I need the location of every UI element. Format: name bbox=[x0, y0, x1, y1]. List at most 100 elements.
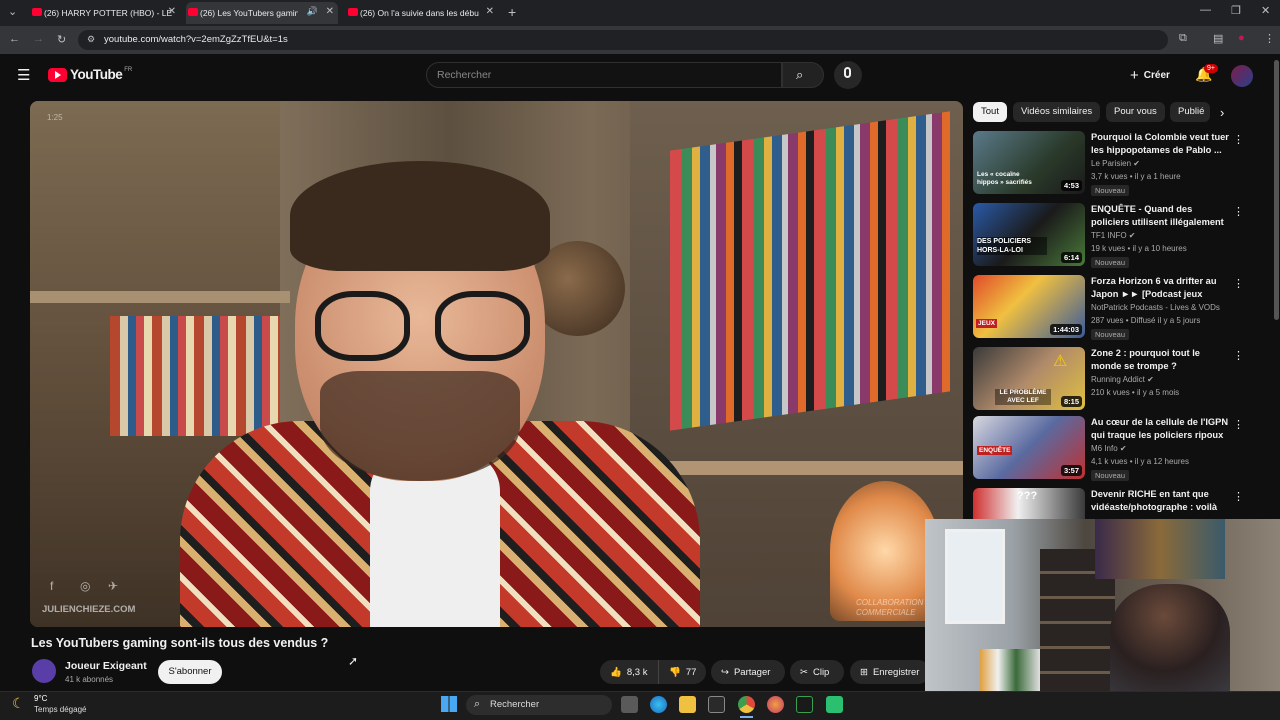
glasses-left-lens bbox=[315, 291, 410, 361]
recommendation-item[interactable]: ⚠ LE PROBLÈME AVEC LEF 8:15 Zone 2 : pou… bbox=[973, 347, 1244, 411]
more-options-icon[interactable]: ⋮ bbox=[1233, 418, 1244, 431]
video-player[interactable]: 1:25 f ◎ ✈ JULIENCHIEZE.COM COLLABORATIO… bbox=[30, 101, 963, 627]
close-window-icon[interactable]: ✕ bbox=[1261, 4, 1270, 17]
address-bar[interactable]: ⚙ youtube.com/watch?v=2emZgZzTfEU&t=1s bbox=[78, 30, 1168, 50]
green-app-icon[interactable] bbox=[826, 696, 843, 713]
chip-published[interactable]: Publié bbox=[1170, 102, 1210, 122]
video-watermark: JULIENCHIEZE.COM bbox=[42, 604, 136, 615]
page-scrollbar[interactable] bbox=[1274, 60, 1279, 320]
recommendation-channel: M6 Info ✔ bbox=[1091, 444, 1127, 453]
video-thumbnail[interactable]: JEUX 1:44:03 bbox=[973, 275, 1085, 338]
more-options-icon[interactable]: ⋮ bbox=[1233, 133, 1244, 146]
dislike-count: 77 bbox=[685, 666, 697, 678]
back-icon[interactable]: ← bbox=[9, 33, 20, 45]
forward-icon[interactable]: → bbox=[33, 33, 44, 45]
recommendation-item[interactable]: DES POLICIERS HORS-LA-LOI 6:14 ENQUÊTE -… bbox=[973, 203, 1244, 268]
audio-playing-icon[interactable]: 🔊 bbox=[307, 6, 318, 17]
clip-button[interactable]: ✂ Clip bbox=[790, 660, 844, 684]
logo-region: FR bbox=[124, 66, 133, 73]
subscribe-button[interactable]: S'abonner bbox=[158, 660, 222, 684]
webcam-posters bbox=[1095, 519, 1225, 579]
thumbnail-caption: LE PROBLÈME AVEC LEF bbox=[995, 389, 1051, 405]
video-thumbnail[interactable]: ??? bbox=[973, 488, 1085, 520]
weather-moon-icon[interactable]: ☾ bbox=[12, 695, 25, 712]
webcam-person bbox=[1110, 584, 1230, 691]
instagram-icon: ◎ bbox=[80, 579, 91, 593]
save-label: Enregistrer bbox=[872, 666, 920, 678]
like-button[interactable]: 👍 8,3 k bbox=[600, 660, 658, 684]
edge-icon[interactable] bbox=[650, 696, 667, 713]
browser-menu-icon[interactable]: ⋮ bbox=[1264, 32, 1275, 45]
more-options-icon[interactable]: ⋮ bbox=[1233, 277, 1244, 290]
recommendation-item[interactable]: ENQUÊTE 3:57 Au cœur de la cellule de l'… bbox=[973, 416, 1244, 481]
plus-icon: + bbox=[1130, 67, 1139, 84]
weather-temperature[interactable]: 9°C bbox=[34, 694, 47, 703]
new-tab-button[interactable]: + bbox=[508, 4, 516, 20]
verified-icon: ✔ bbox=[1128, 231, 1136, 240]
notification-badge: 9+ bbox=[1204, 64, 1218, 73]
windows-start-icon[interactable] bbox=[441, 696, 457, 712]
channel-avatar[interactable] bbox=[32, 659, 56, 683]
recommendation-item[interactable]: ??? Devenir RICHE en tant que vidéaste/p… bbox=[973, 488, 1243, 520]
tab-harry-potter[interactable]: (26) HARRY POTTER (HBO) - LE ✕ bbox=[30, 2, 180, 24]
notifications-button[interactable]: 🔔 9+ bbox=[1195, 64, 1218, 84]
customize-icon[interactable]: ▤ bbox=[1213, 32, 1223, 45]
account-avatar[interactable] bbox=[1231, 65, 1253, 87]
thumbs-down-icon: 👎 bbox=[669, 666, 681, 678]
profile-icon[interactable]: ● bbox=[1238, 32, 1245, 44]
tab-list-icon[interactable]: ⌄ bbox=[8, 5, 17, 18]
recommendation-title: Zone 2 : pourquoi tout le monde se tromp… bbox=[1091, 348, 1200, 371]
chrome-icon[interactable] bbox=[738, 696, 755, 713]
site-info-icon[interactable]: ⚙ bbox=[87, 34, 95, 45]
close-tab-icon[interactable]: ✕ bbox=[326, 6, 334, 17]
search-button[interactable]: ⌕ bbox=[782, 62, 824, 88]
extensions-icon[interactable]: ⧉ bbox=[1179, 32, 1187, 45]
recommendation-title: Forza Horizon 6 va drifter au Japon ►► [… bbox=[1091, 276, 1217, 299]
more-options-icon[interactable]: ⋮ bbox=[1233, 490, 1243, 503]
close-tab-icon[interactable]: ✕ bbox=[168, 6, 176, 17]
recommendation-title: ENQUÊTE - Quand des policiers utilisent … bbox=[1091, 204, 1224, 227]
verified-icon: ✔ bbox=[1133, 159, 1140, 168]
taskbar-search[interactable]: ⌕ Rechercher bbox=[466, 695, 612, 715]
channel-name[interactable]: Joueur Exigeant bbox=[65, 660, 147, 672]
youtube-logo[interactable]: YouTube FR bbox=[48, 67, 132, 82]
video-thumbnail[interactable]: DES POLICIERS HORS-LA-LOI 6:14 bbox=[973, 203, 1085, 266]
question-marks-icon: ??? bbox=[1017, 490, 1038, 502]
weather-description[interactable]: Temps dégagé bbox=[34, 705, 86, 714]
reload-icon[interactable]: ↻ bbox=[57, 33, 66, 46]
chip-for-you[interactable]: Pour vous bbox=[1106, 102, 1165, 122]
streaming-app-icon[interactable] bbox=[796, 696, 813, 713]
save-button[interactable]: ⊞ Enregistrer bbox=[850, 660, 930, 684]
chip-related[interactable]: Vidéos similaires bbox=[1013, 102, 1101, 122]
file-explorer-icon[interactable] bbox=[679, 696, 696, 713]
firefox-icon[interactable] bbox=[767, 696, 784, 713]
video-duration: 3:57 bbox=[1060, 465, 1082, 476]
chip-next-chevron-icon[interactable]: › bbox=[1220, 105, 1224, 120]
hamburger-menu-icon[interactable]: ☰ bbox=[17, 66, 30, 84]
tab-youtubers-gaming[interactable]: (26) Les YouTubers gaming 🔊 ✕ bbox=[186, 2, 338, 24]
chip-all[interactable]: Tout bbox=[973, 102, 1007, 122]
microphone-icon bbox=[844, 67, 851, 78]
search-icon: ⌕ bbox=[474, 698, 481, 710]
recommendation-item[interactable]: Les « cocaïne hippos » sacrifiés 4:53 Po… bbox=[973, 131, 1244, 196]
video-thumbnail[interactable]: Les « cocaïne hippos » sacrifiés 4:53 bbox=[973, 131, 1085, 194]
maximize-icon[interactable]: ❐ bbox=[1231, 4, 1241, 17]
voice-search-button[interactable] bbox=[834, 61, 862, 89]
store-icon[interactable] bbox=[708, 696, 725, 713]
dislike-button[interactable]: 👎 77 bbox=[658, 660, 706, 684]
task-view-icon[interactable] bbox=[621, 696, 638, 713]
close-tab-icon[interactable]: ✕ bbox=[486, 6, 494, 17]
video-duration: 6:14 bbox=[1060, 252, 1082, 263]
recommendation-item[interactable]: JEUX 1:44:03 Forza Horizon 6 va drifter … bbox=[973, 275, 1244, 340]
scissors-icon: ✂ bbox=[800, 666, 808, 678]
video-thumbnail[interactable]: ENQUÊTE 3:57 bbox=[973, 416, 1085, 479]
minimize-icon[interactable]: — bbox=[1200, 4, 1211, 16]
video-thumbnail[interactable]: ⚠ LE PROBLÈME AVEC LEF 8:15 bbox=[973, 347, 1085, 410]
more-options-icon[interactable]: ⋮ bbox=[1233, 349, 1244, 362]
twitter-icon: ✈ bbox=[108, 579, 119, 593]
tab-on-la-suivie[interactable]: (26) On l'a suivie dans les débu ✕ bbox=[346, 2, 498, 24]
share-button[interactable]: ↪ Partager bbox=[711, 660, 785, 684]
search-input[interactable]: Rechercher bbox=[426, 62, 782, 88]
more-options-icon[interactable]: ⋮ bbox=[1233, 205, 1244, 218]
create-button[interactable]: + Créer bbox=[1130, 67, 1170, 84]
